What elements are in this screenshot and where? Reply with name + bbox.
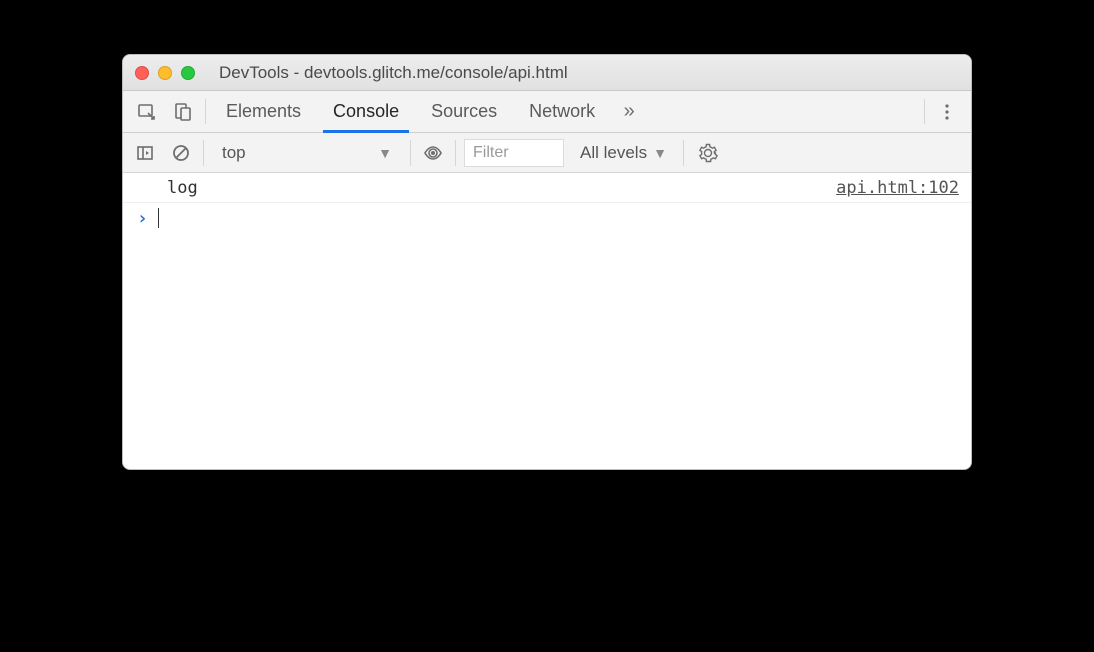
tab-elements[interactable]: Elements — [210, 91, 317, 132]
levels-label: All levels — [580, 143, 647, 163]
log-source-link[interactable]: api.html:102 — [836, 178, 959, 198]
divider — [410, 140, 411, 166]
log-message: log — [167, 178, 198, 198]
text-cursor — [158, 208, 160, 228]
tab-sources[interactable]: Sources — [415, 91, 513, 132]
divider — [924, 99, 925, 124]
console-toolbar: top ▼ All levels ▼ — [123, 133, 971, 173]
log-levels-selector[interactable]: All levels ▼ — [572, 143, 675, 163]
minimize-window-button[interactable] — [158, 66, 172, 80]
filter-input[interactable] — [464, 139, 564, 167]
tabs-overflow-button[interactable]: » — [611, 91, 647, 132]
context-label: top — [222, 143, 246, 163]
divider — [203, 140, 204, 166]
tab-network[interactable]: Network — [513, 91, 611, 132]
toggle-sidebar-icon[interactable] — [131, 139, 159, 167]
inspect-element-icon[interactable] — [129, 91, 165, 132]
clear-console-icon[interactable] — [167, 139, 195, 167]
settings-menu-button[interactable] — [929, 91, 965, 132]
devtools-window: DevTools - devtools.glitch.me/console/ap… — [122, 54, 972, 470]
divider — [205, 99, 206, 124]
chevron-down-icon: ▼ — [378, 145, 392, 161]
close-window-button[interactable] — [135, 66, 149, 80]
device-toolbar-icon[interactable] — [165, 91, 201, 132]
console-prompt[interactable]: › — [123, 203, 971, 233]
console-output: log api.html:102 › — [123, 173, 971, 469]
tab-console[interactable]: Console — [317, 91, 415, 132]
console-log-entry: log api.html:102 — [123, 173, 971, 203]
traffic-lights — [135, 66, 195, 80]
titlebar: DevTools - devtools.glitch.me/console/ap… — [123, 55, 971, 91]
window-title: DevTools - devtools.glitch.me/console/ap… — [219, 63, 568, 83]
live-expression-icon[interactable] — [419, 139, 447, 167]
divider — [683, 140, 684, 166]
console-settings-icon[interactable] — [692, 143, 724, 163]
prompt-caret-icon: › — [137, 208, 148, 229]
chevron-down-icon: ▼ — [653, 145, 667, 161]
execution-context-selector[interactable]: top ▼ — [212, 139, 402, 167]
divider — [455, 140, 456, 166]
main-tabs-bar: Elements Console Sources Network » — [123, 91, 971, 133]
maximize-window-button[interactable] — [181, 66, 195, 80]
